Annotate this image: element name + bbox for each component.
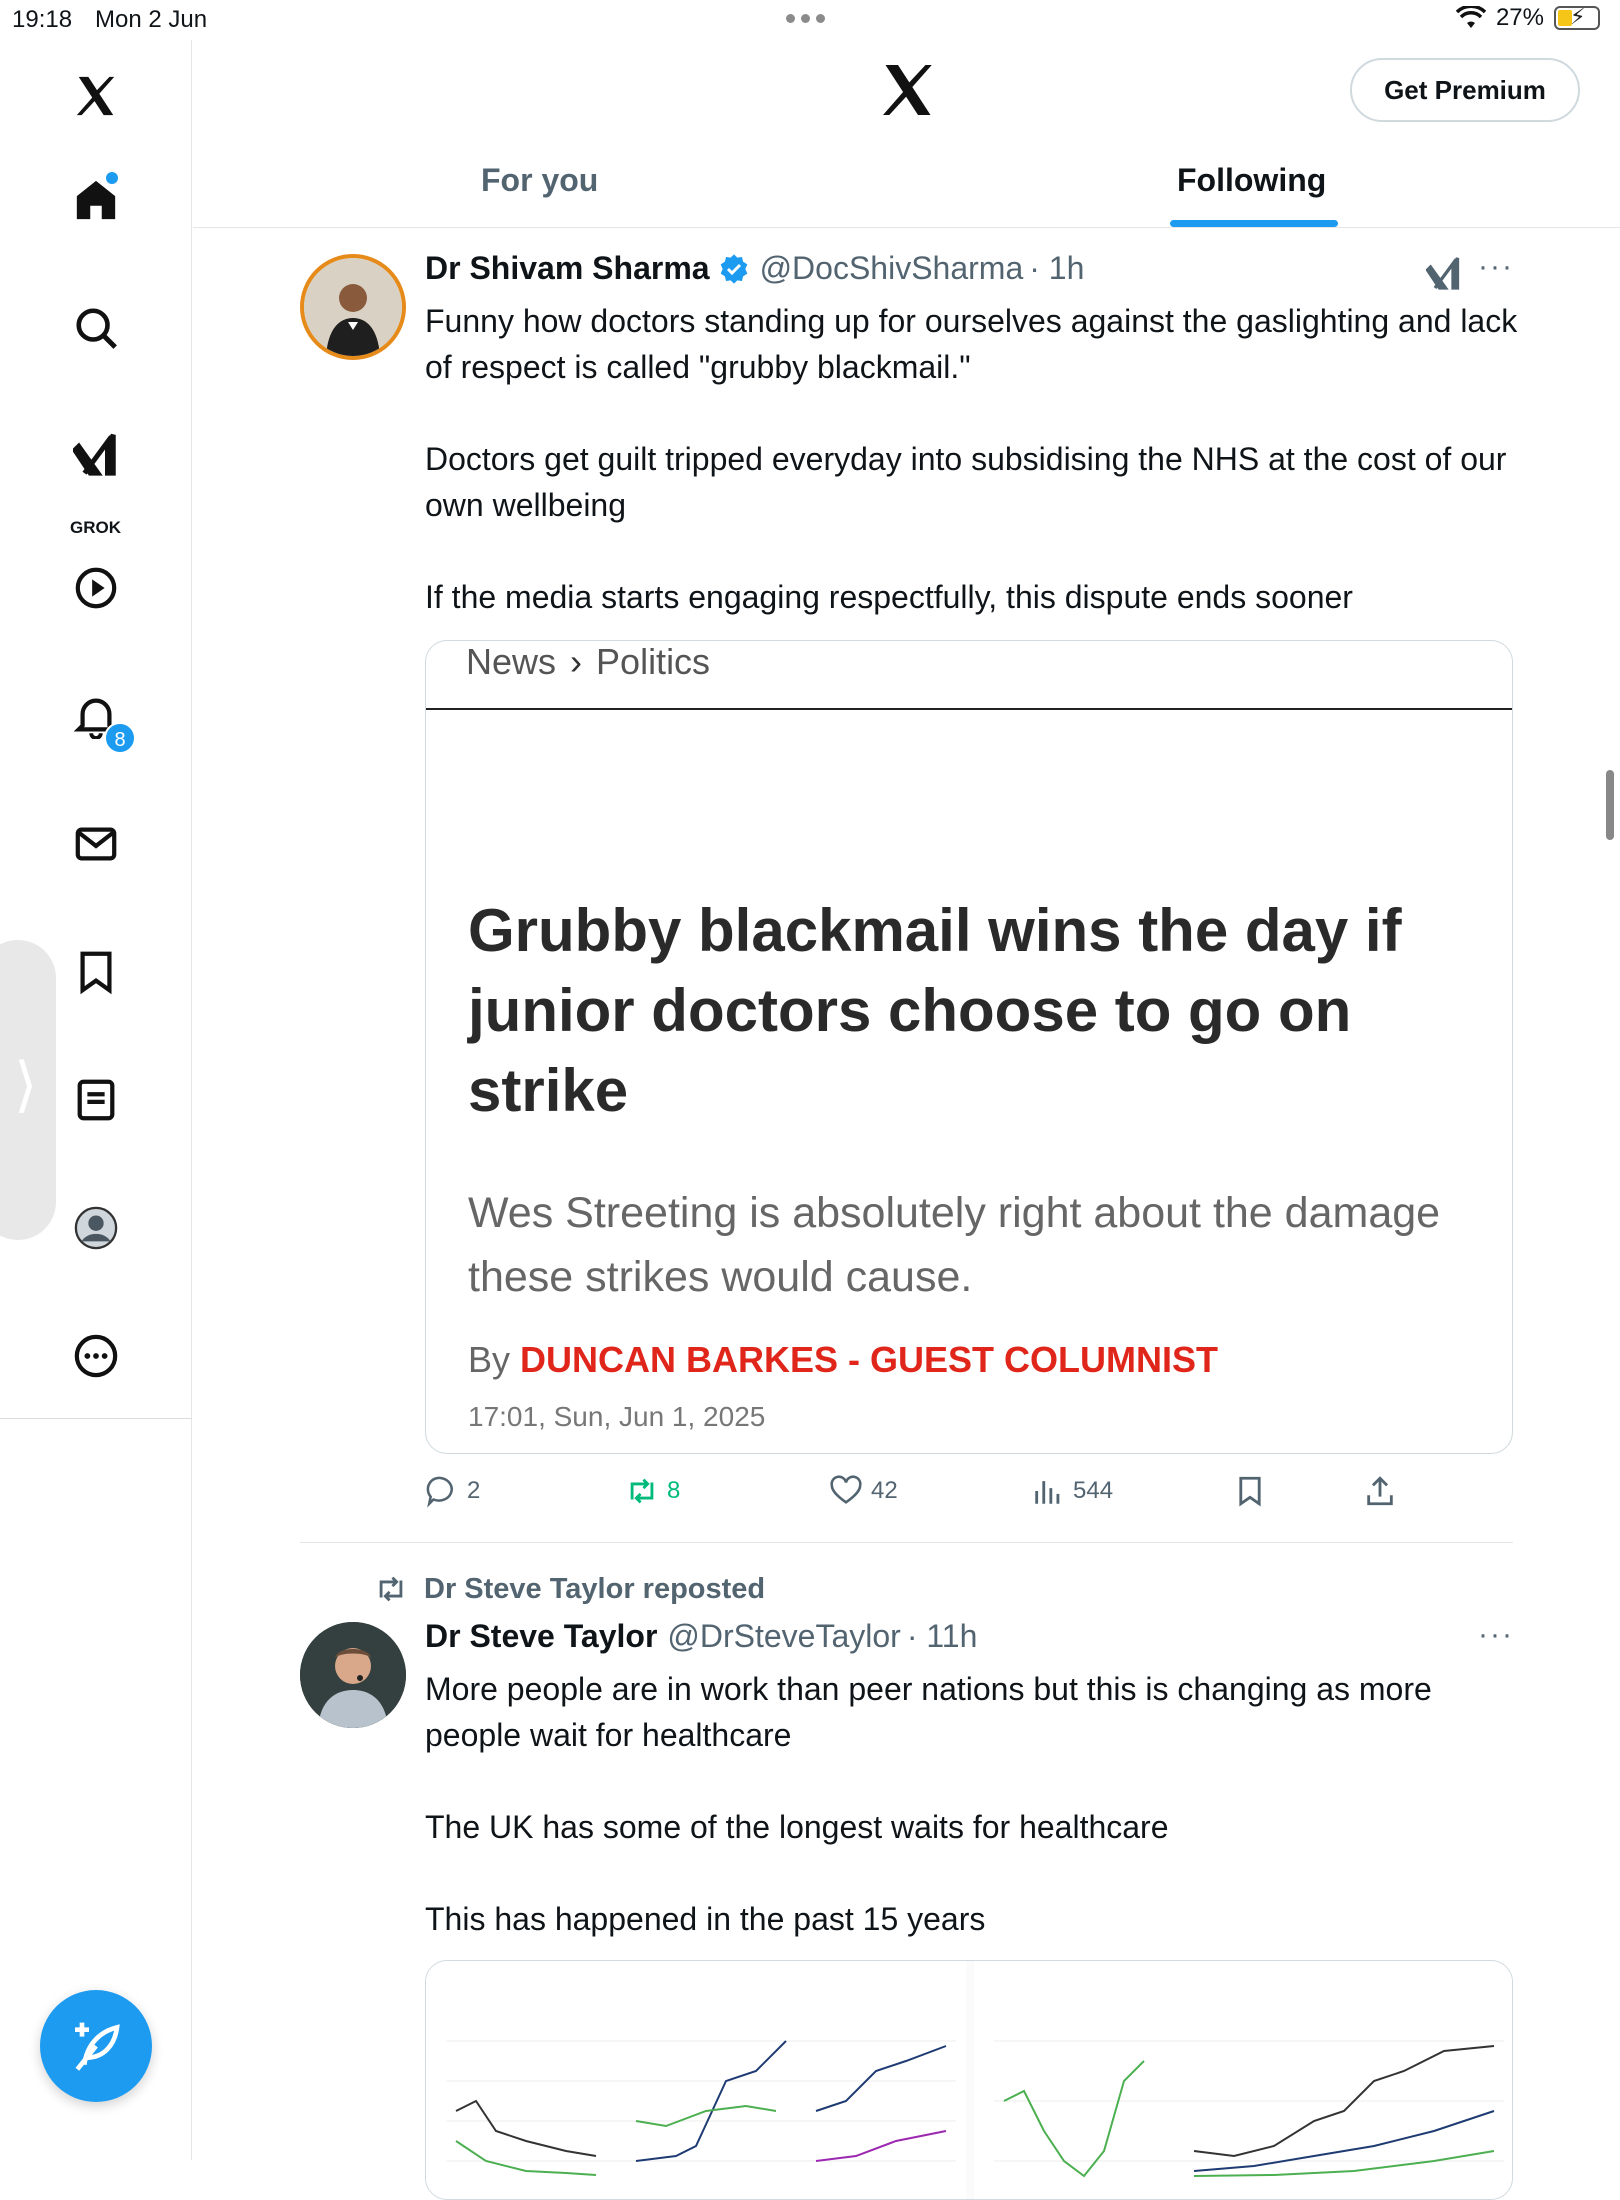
post-paragraph: This has happened in the past 15 years: [425, 1901, 986, 1937]
article-byline: By DUNCAN BARKES - GUEST COLUMNIST: [468, 1339, 1219, 1380]
breadcrumb-politics: Politics: [596, 641, 711, 682]
grok-label: GROK: [70, 518, 121, 537]
status-date: Mon 2 Jun: [95, 6, 208, 33]
tab-for-you[interactable]: For you: [481, 162, 598, 199]
heart-icon: [830, 1475, 862, 1504]
battery-icon: ⚡: [1554, 4, 1600, 30]
avatar[interactable]: [300, 1622, 406, 1728]
author-handle[interactable]: @DocShivSharma: [760, 250, 1024, 287]
like-count: 42: [871, 1477, 898, 1504]
media-chart-panel-left: [426, 1961, 966, 2199]
repost-count: 8: [667, 1477, 681, 1504]
post-paragraph: Funny how doctors standing up for oursel…: [425, 303, 1518, 385]
edge-panel-handle[interactable]: ⟩: [0, 940, 56, 1240]
post-paragraph: The UK has some of the longest waits for…: [425, 1809, 1169, 1845]
post-time[interactable]: · 11h: [907, 1618, 978, 1655]
tweet-header: Dr Shivam Sharma @DocShivSharma · 1h: [425, 250, 1084, 287]
wifi-icon: [1455, 6, 1486, 28]
avatar[interactable]: [300, 254, 406, 360]
views-chart-icon: [1035, 1481, 1060, 1504]
profile-icon[interactable]: [66, 1198, 126, 1258]
grok-icon[interactable]: [66, 424, 126, 484]
post-body: More people are in work than peer nation…: [425, 1666, 1525, 1942]
video-icon[interactable]: [66, 558, 126, 618]
status-bar: 19:18 Mon 2 Jun 27% ⚡: [0, 0, 1620, 40]
media-chart-panel-right: [974, 1961, 1512, 2199]
sidebar-divider: [0, 1418, 192, 1419]
reposted-by-label: Dr Steve Taylor reposted: [424, 1572, 766, 1605]
home-unread-dot: [106, 172, 118, 184]
repost-button[interactable]: 8: [625, 1474, 680, 1508]
bookmark-icon: [1239, 1476, 1261, 1507]
post-media-image[interactable]: [425, 1960, 1513, 2200]
repost-icon: [379, 1576, 403, 1602]
bookmark-button[interactable]: [1233, 1474, 1275, 1508]
view-count: 544: [1073, 1477, 1114, 1504]
post-more-icon[interactable]: ···: [1478, 1618, 1514, 1652]
scrollbar[interactable]: [1606, 770, 1614, 840]
get-premium-button[interactable]: Get Premium: [1350, 58, 1580, 122]
x-logo-icon[interactable]: [878, 60, 938, 120]
post-paragraph: If the media starts engaging respectfull…: [425, 579, 1353, 615]
link-preview-card[interactable]: News › Politics Grubby blackmail wins the …: [425, 640, 1513, 1454]
timeline-tabs: For you Following: [193, 140, 1620, 228]
repost-attribution[interactable]: Dr Steve Taylor reposted: [374, 1572, 765, 1606]
multitasking-dots-icon[interactable]: [786, 14, 825, 23]
active-tab-indicator: [1170, 220, 1338, 227]
tweet-header: Dr Steve Taylor @DrSteveTaylor · 11h: [425, 1618, 977, 1655]
article-headline: Grubby blackmail wins the day if junior …: [468, 897, 1402, 1124]
notification-count-badge: 8: [104, 722, 136, 754]
tab-following[interactable]: Following: [1177, 162, 1326, 199]
chevron-right-icon: ›: [570, 641, 583, 682]
breadcrumb-rule: [426, 708, 1512, 710]
post-divider: [300, 1542, 1513, 1543]
post-time[interactable]: · 1h: [1029, 250, 1084, 287]
grok-explain-icon[interactable]: [1426, 255, 1462, 291]
views-button[interactable]: 544: [1031, 1474, 1113, 1508]
post-paragraph: Doctors get guilt tripped everyday into …: [425, 441, 1507, 523]
article-standfirst: Wes Streeting is absolutely right about …: [468, 1189, 1441, 1301]
article-date: 17:01, Sun, Jun 1, 2025: [468, 1401, 766, 1432]
status-time: 19:18: [12, 6, 73, 33]
post-more-icon[interactable]: ···: [1478, 250, 1514, 284]
post-actions: 2 8 42 544: [425, 1474, 1525, 1518]
author-name[interactable]: Dr Shivam Sharma: [425, 250, 710, 287]
author-name[interactable]: Dr Steve Taylor: [425, 1618, 657, 1655]
verified-badge-icon: [720, 253, 747, 284]
compose-post-button[interactable]: [40, 1990, 152, 2102]
compose-feather-icon: [75, 2022, 120, 2071]
reply-button[interactable]: 2: [425, 1474, 480, 1508]
mail-icon[interactable]: [66, 814, 126, 874]
search-icon[interactable]: [66, 298, 126, 358]
x-logo-icon[interactable]: [66, 66, 126, 126]
share-icon: [1367, 1476, 1393, 1506]
article-author: DUNCAN BARKES - GUEST COLUMNIST: [520, 1339, 1219, 1380]
reply-icon: [426, 1476, 453, 1508]
post-paragraph: More people are in work than peer nation…: [425, 1671, 1432, 1753]
bookmark-icon[interactable]: [66, 942, 126, 1002]
share-button[interactable]: [1363, 1474, 1405, 1508]
repost-icon: [630, 1478, 654, 1504]
breadcrumb-news: News: [466, 641, 557, 682]
battery-percent: 27%: [1495, 4, 1544, 31]
reply-count: 2: [467, 1477, 481, 1504]
breadcrumb: News › Politics: [466, 641, 710, 683]
more-icon[interactable]: [66, 1326, 126, 1386]
like-button[interactable]: 42: [829, 1474, 898, 1508]
article-icon[interactable]: [66, 1070, 126, 1130]
author-handle[interactable]: @DrSteveTaylor: [667, 1618, 900, 1655]
post-body: Funny how doctors standing up for oursel…: [425, 298, 1525, 620]
